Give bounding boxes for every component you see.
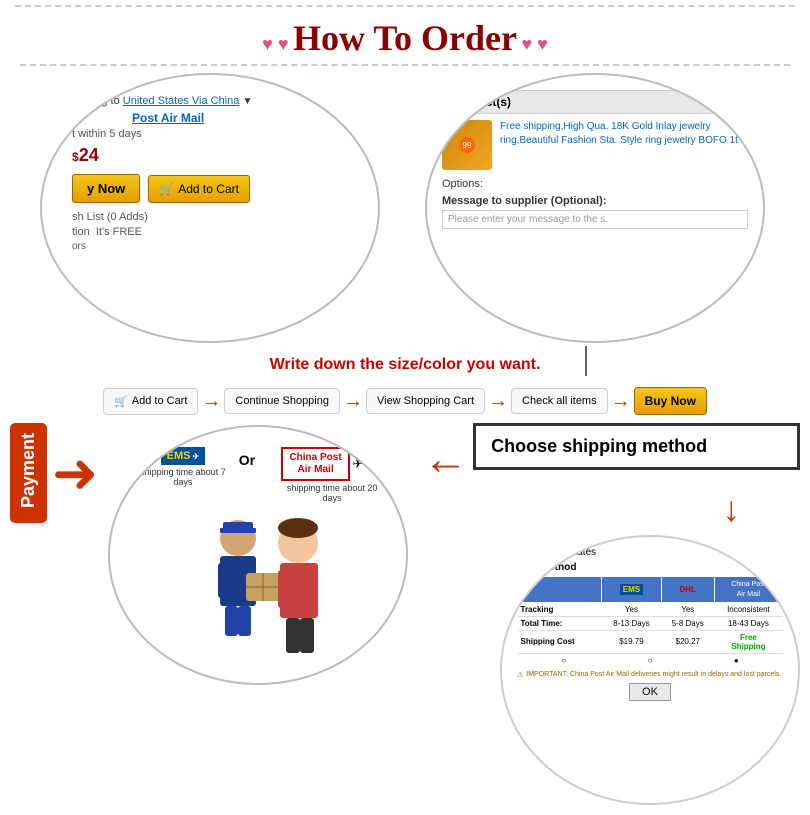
shipping-label: hipping to (72, 95, 120, 107)
product-description: Free shipping,High Qua. 18K Gold Inlay j… (500, 120, 748, 170)
button-row: y Now 🛒 Add to Cart (72, 174, 358, 203)
write-down-section: Write down the size/color you want. (0, 351, 810, 379)
bottom-left-content: EMS ✈ shipping time about 7 days Or Chin… (110, 427, 406, 683)
cart-icon-small: 🛒 (114, 395, 128, 408)
payment-arrow: ➜ (52, 441, 98, 505)
shipping-row: hipping to United States Via China ▼ (72, 95, 358, 107)
step-check-items[interactable]: Check all items (511, 388, 608, 414)
shipping-table-circle: United States ping Method EMS DHL (500, 535, 800, 805)
tracking-dhl: Yes (661, 602, 714, 616)
process-flow: 🛒 Add to Cart → Continue Shopping → View… (0, 379, 810, 423)
wish-list-row: sh List (0 Adds) (72, 211, 358, 223)
radio-china[interactable]: ● (734, 656, 739, 665)
radio-dhl[interactable]: ○ (648, 656, 653, 665)
cost-dhl: $20.27 (661, 630, 714, 653)
price-row: $24 (72, 145, 358, 166)
important-note: ⚠ IMPORTANT: China Post Air Mail deliver… (517, 671, 783, 679)
ems-time: shipping time about 7 days (135, 467, 231, 487)
bottom-row: Payment ➜ EMS ✈ shipping time about 7 da (10, 423, 800, 805)
or-text: Or (239, 452, 255, 468)
protection-row: tion It's FREE (72, 226, 358, 238)
options-row: Options: (442, 178, 748, 190)
product-item: 99 Free shipping,High Qua. 18K Gold Inla… (442, 120, 748, 170)
arrow-4: → (611, 390, 631, 413)
cart-icon: 🛒 (159, 182, 174, 196)
write-down-text: Write down the size/color you want. (270, 356, 541, 373)
heart-deco-right: ♥ ♥ (521, 34, 547, 54)
tracking-china: Inconsistent (714, 602, 782, 616)
right-circle: Product(s) 99 Free shipping,High Qua. 18… (427, 75, 763, 244)
time-label: Total Time: (518, 616, 602, 630)
shipping-destination: United States Via China (123, 95, 240, 107)
shipping-comparison-table: EMS DHL China PostAir Mail Trac (517, 576, 783, 667)
step-add-to-cart[interactable]: 🛒 Add to Cart (103, 388, 198, 415)
cost-china: FreeShipping (714, 630, 782, 653)
time-ems: 8-13 Days (602, 616, 661, 630)
add-to-cart-button[interactable]: 🛒 Add to Cart (148, 175, 250, 203)
us-flag-row: United States (517, 547, 783, 558)
china-post-time: shipping time about 20 days (283, 483, 381, 503)
ems-header: EMS (620, 584, 643, 595)
payment-label: Payment (10, 423, 47, 523)
step-buy-now[interactable]: Buy Now (634, 387, 707, 415)
arrow-2: → (343, 390, 363, 413)
buy-now-button[interactable]: y Now (72, 174, 140, 203)
tracking-label: Tracking (518, 602, 602, 616)
us-flag-icon (517, 548, 533, 558)
arrow-3: → (488, 390, 508, 413)
choose-shipping-box: Choose shipping method (473, 423, 800, 470)
arrow-pointing-left: ← (423, 433, 468, 485)
message-placeholder: Please enter your message to the s. (442, 210, 748, 229)
step-view-cart[interactable]: View Shopping Cart (366, 388, 485, 414)
ems-badge: EMS ✈ (161, 447, 206, 465)
delivery-illustration (168, 508, 348, 663)
product-image: 99 (442, 120, 492, 170)
cost-ems: $19.79 (602, 630, 661, 653)
product-badge: 99 (459, 137, 475, 153)
page-title: How To Order (293, 18, 517, 58)
time-dhl: 5-8 Days (661, 616, 714, 630)
ems-logo: EMS (167, 450, 191, 462)
arrow-1: → (201, 390, 221, 413)
heart-deco-left: ♥ ♥ (262, 34, 288, 54)
shipping-table-content: United States ping Method EMS DHL (502, 537, 798, 711)
time-china: 18-43 Days (714, 616, 782, 630)
ok-button[interactable]: OK (629, 683, 671, 701)
tracking-ems: Yes (602, 602, 661, 616)
left-circle: hipping to United States Via China ▼ Pos… (42, 75, 378, 262)
china-post-header: China PostAir Mail (731, 581, 765, 598)
products-header: Product(s) (442, 90, 748, 114)
shipping-method-title: ping Method (517, 562, 783, 573)
cost-label: Shipping Cost (518, 630, 602, 653)
step-continue-shopping[interactable]: Continue Shopping (224, 388, 340, 414)
post-air-link[interactable]: Post Air Mail (132, 111, 358, 125)
message-header: Message to supplier (Optional): (442, 195, 748, 207)
down-arrow: ↓ (418, 490, 800, 530)
delivery-row: t within 5 days (72, 128, 358, 140)
radio-ems[interactable]: ○ (561, 656, 566, 665)
connector-line (585, 346, 587, 376)
china-post-badge: China PostAir Mail (281, 447, 349, 481)
other-row: ors (72, 241, 358, 252)
dhl-header: DHL (680, 585, 696, 594)
